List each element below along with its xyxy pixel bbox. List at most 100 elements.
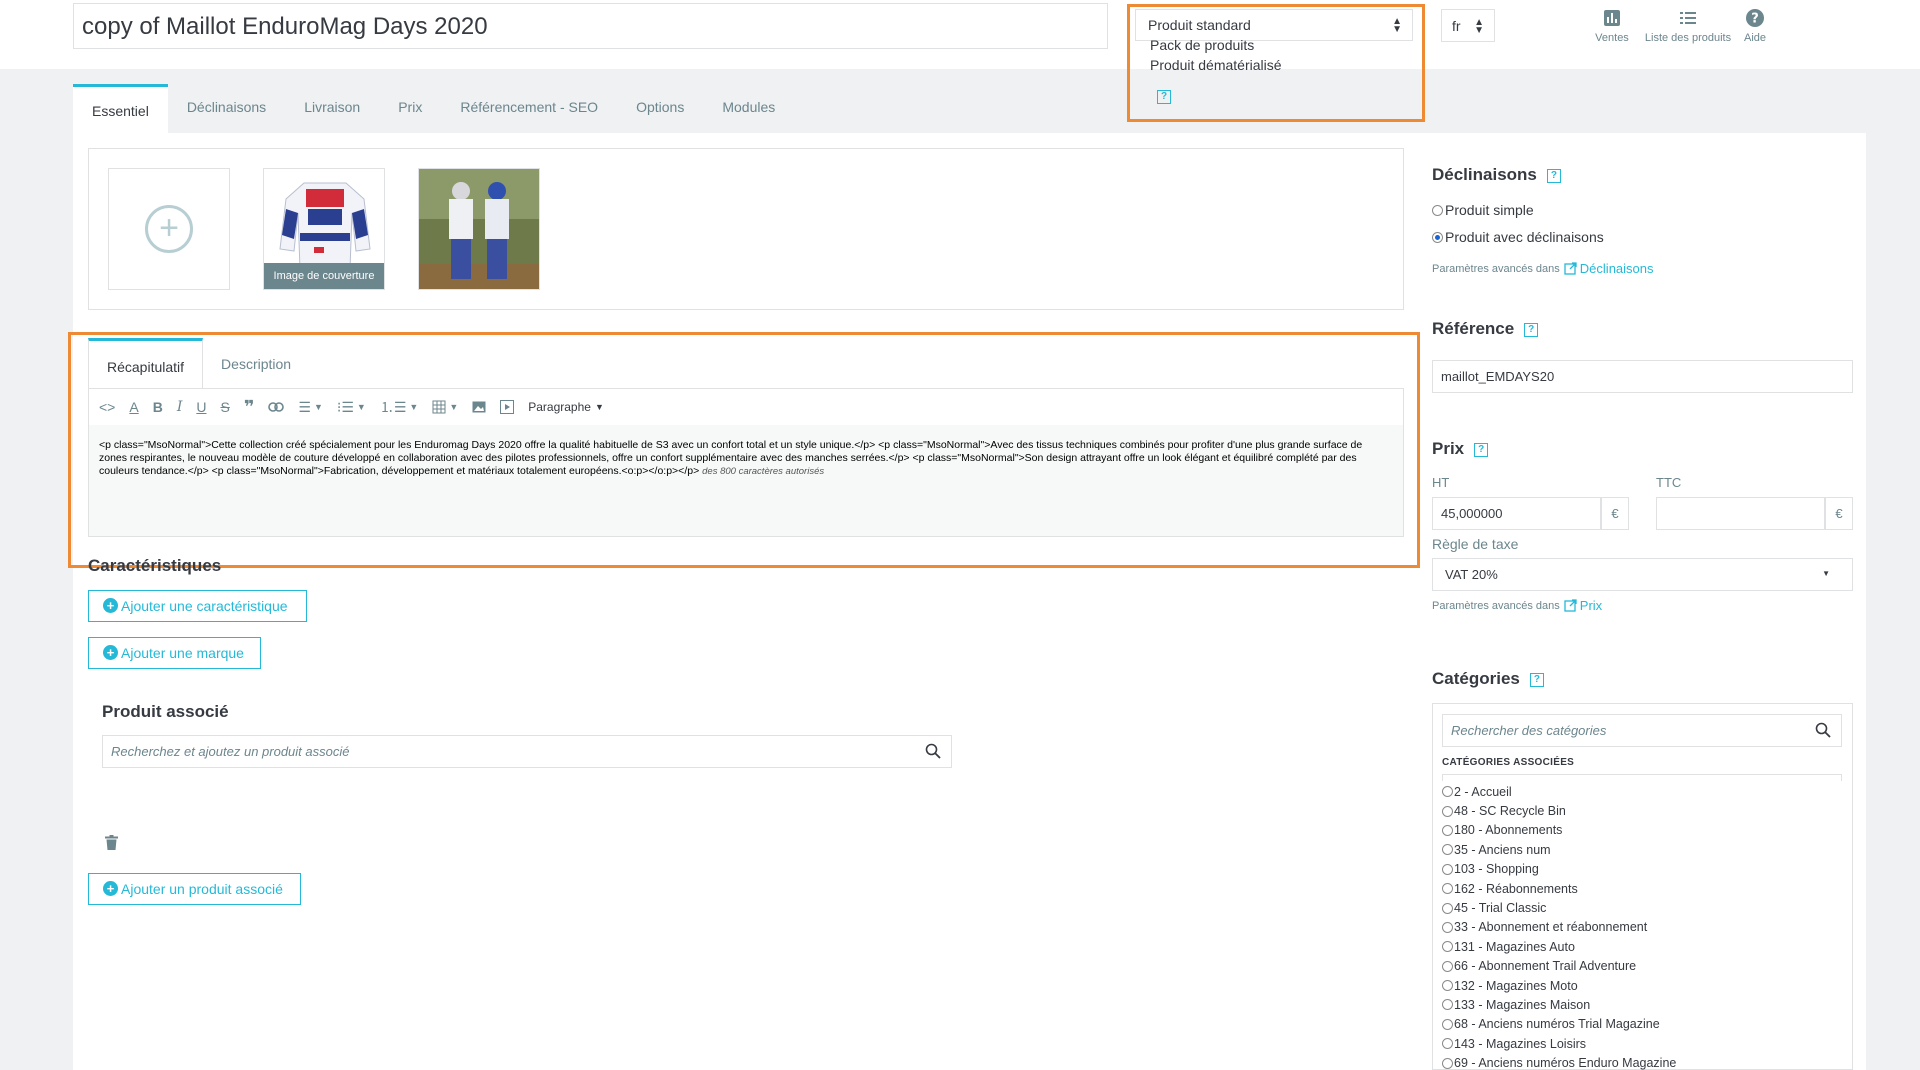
image-icon[interactable] [472, 401, 486, 413]
category-item[interactable]: 131 - Magazines Auto [1442, 937, 1842, 956]
categories-title: Catégories? [1432, 669, 1544, 689]
link-icon[interactable] [268, 402, 285, 412]
tab-livraison[interactable]: Livraison [285, 84, 379, 133]
category-item[interactable]: 68 - Anciens numéros Trial Magazine [1442, 1015, 1842, 1034]
text-color-icon[interactable]: A [129, 399, 138, 415]
format-dropdown[interactable]: Paragraphe ▼ [528, 400, 604, 414]
category-label: 69 - Anciens numéros Enduro Magazine [1454, 1056, 1677, 1070]
category-item[interactable]: 162 - Réabonnements [1442, 879, 1842, 898]
italic-icon[interactable]: I [177, 399, 183, 415]
categories-help-icon[interactable]: ? [1529, 672, 1544, 687]
category-radio[interactable] [1442, 921, 1453, 933]
advanced-link-text: Déclinaisons [1579, 261, 1654, 276]
header-link-product-list[interactable]: Liste des produits [1638, 8, 1738, 44]
category-radio[interactable] [1442, 1057, 1453, 1069]
category-item[interactable]: 48 - SC Recycle Bin [1442, 801, 1842, 820]
category-item[interactable]: 69 - Anciens numéros Enduro Magazine [1442, 1053, 1842, 1070]
source-code-icon[interactable]: <> [99, 399, 115, 415]
numbered-list-icon[interactable]: ⒈☰ ▼ [380, 397, 418, 417]
category-radio[interactable] [1442, 883, 1453, 895]
price-ttc-input[interactable] [1656, 497, 1825, 530]
header-link-help[interactable]: ? Aide [1742, 8, 1768, 44]
summary-editor: <> A B I U S ❞ ☰ ▼ ⁝☰ ▼ ⒈☰ ▼ ▼ Paragraph… [88, 388, 1404, 537]
product-image-cover[interactable]: Image de couverture [263, 168, 385, 290]
plus-circle-icon: + [103, 598, 118, 613]
tab-modules[interactable]: Modules [703, 84, 794, 133]
trash-icon[interactable] [105, 835, 118, 855]
product-type-option-virtual[interactable]: Produit dématérialisé [1150, 57, 1282, 73]
blockquote-icon[interactable]: ❞ [244, 397, 255, 418]
variants-title: Déclinaisons? [1432, 165, 1561, 185]
category-item[interactable]: 2 - Accueil [1442, 782, 1842, 801]
add-related-product-button[interactable]: + Ajouter un produit associé [88, 873, 301, 905]
category-radio[interactable] [1442, 980, 1453, 992]
category-label: 133 - Magazines Maison [1454, 997, 1591, 1012]
price-ttc-label: TTC [1656, 475, 1682, 490]
tab-recapitulatif[interactable]: Récapitulatif [88, 338, 204, 388]
align-icon[interactable]: ☰ ▼ [298, 399, 322, 416]
category-radio[interactable] [1442, 1038, 1453, 1050]
category-label: 2 - Accueil [1454, 784, 1512, 799]
tab-options[interactable]: Options [617, 84, 703, 133]
radio-button[interactable] [1432, 231, 1443, 243]
product-name-input[interactable]: copy of Maillot EnduroMag Days 2020 [73, 3, 1108, 49]
tab-declinaisons[interactable]: Déclinaisons [168, 84, 285, 133]
category-radio[interactable] [1442, 786, 1453, 798]
summary-editor-content[interactable]: <p class="MsoNormal">Cette collection cr… [89, 425, 1403, 492]
header-link-sales[interactable]: Ventes [1592, 8, 1632, 44]
reference-help-icon[interactable]: ? [1524, 322, 1539, 337]
category-item[interactable]: 132 - Magazines Moto [1442, 976, 1842, 995]
table-icon[interactable]: ▼ [432, 400, 458, 414]
radio-product-with-combinations[interactable]: Produit avec déclinaisons [1432, 229, 1604, 245]
variants-advanced-link[interactable]: Déclinaisons [1564, 261, 1654, 276]
bold-icon[interactable]: B [153, 399, 163, 415]
strikethrough-icon[interactable]: S [220, 399, 229, 415]
add-feature-label: Ajouter une caractéristique [121, 598, 288, 614]
product-type-help-icon[interactable]: ? [1157, 86, 1171, 104]
category-radio[interactable] [1442, 844, 1453, 856]
category-item[interactable]: 66 - Abonnement Trail Adventure [1442, 957, 1842, 976]
category-label: 45 - Trial Classic [1454, 901, 1547, 916]
category-item[interactable]: 35 - Anciens num [1442, 840, 1842, 859]
category-radio[interactable] [1442, 999, 1453, 1011]
category-item[interactable]: 133 - Magazines Maison [1442, 995, 1842, 1014]
reference-input[interactable]: maillot_EMDAYS20 [1432, 360, 1853, 393]
category-label: 68 - Anciens numéros Trial Magazine [1454, 1017, 1660, 1032]
product-image-riders[interactable] [418, 168, 540, 290]
add-brand-button[interactable]: + Ajouter une marque [88, 637, 261, 669]
related-product-search[interactable]: Recherchez et ajoutez un produit associé [102, 735, 952, 768]
add-image-button[interactable]: + [108, 168, 230, 290]
underline-icon[interactable]: U [196, 399, 206, 415]
category-label: 48 - SC Recycle Bin [1454, 804, 1566, 819]
tab-prix[interactable]: Prix [379, 84, 441, 133]
category-item[interactable]: 103 - Shopping [1442, 860, 1842, 879]
category-item[interactable]: 143 - Magazines Loisirs [1442, 1034, 1842, 1053]
category-radio[interactable] [1442, 1018, 1453, 1030]
variants-help-icon[interactable]: ? [1546, 168, 1561, 183]
category-radio[interactable] [1442, 941, 1453, 953]
category-radio[interactable] [1442, 902, 1453, 914]
category-item[interactable]: 180 - Abonnements [1442, 821, 1842, 840]
price-ht-input[interactable]: 45,000000 [1432, 497, 1601, 530]
radio-simple-product[interactable]: Produit simple [1432, 202, 1534, 218]
tax-rule-select[interactable]: VAT 20% ▼ [1432, 558, 1853, 591]
bullet-list-icon[interactable]: ⁝☰ ▼ [337, 399, 366, 416]
price-advanced-link[interactable]: Prix [1564, 598, 1602, 613]
tab-essentiel[interactable]: Essentiel [73, 84, 168, 133]
variants-title-text: Déclinaisons [1432, 165, 1537, 184]
category-item[interactable]: 45 - Trial Classic [1442, 898, 1842, 917]
media-icon[interactable] [500, 400, 515, 414]
tab-description[interactable]: Description [203, 338, 309, 388]
categories-search-input[interactable]: Rechercher des catégories [1442, 714, 1842, 747]
language-select[interactable]: fr ▲ ▼ [1441, 9, 1495, 42]
add-feature-button[interactable]: + Ajouter une caractéristique [88, 590, 307, 622]
category-radio[interactable] [1442, 805, 1453, 817]
category-radio[interactable] [1442, 960, 1453, 972]
category-radio[interactable] [1442, 824, 1453, 836]
product-type-option-pack[interactable]: Pack de produits [1150, 37, 1254, 53]
tab-seo[interactable]: Référencement - SEO [441, 84, 617, 133]
price-help-icon[interactable]: ? [1474, 442, 1489, 457]
radio-button[interactable] [1432, 204, 1443, 216]
category-item[interactable]: 33 - Abonnement et réabonnement [1442, 918, 1842, 937]
category-radio[interactable] [1442, 863, 1453, 875]
